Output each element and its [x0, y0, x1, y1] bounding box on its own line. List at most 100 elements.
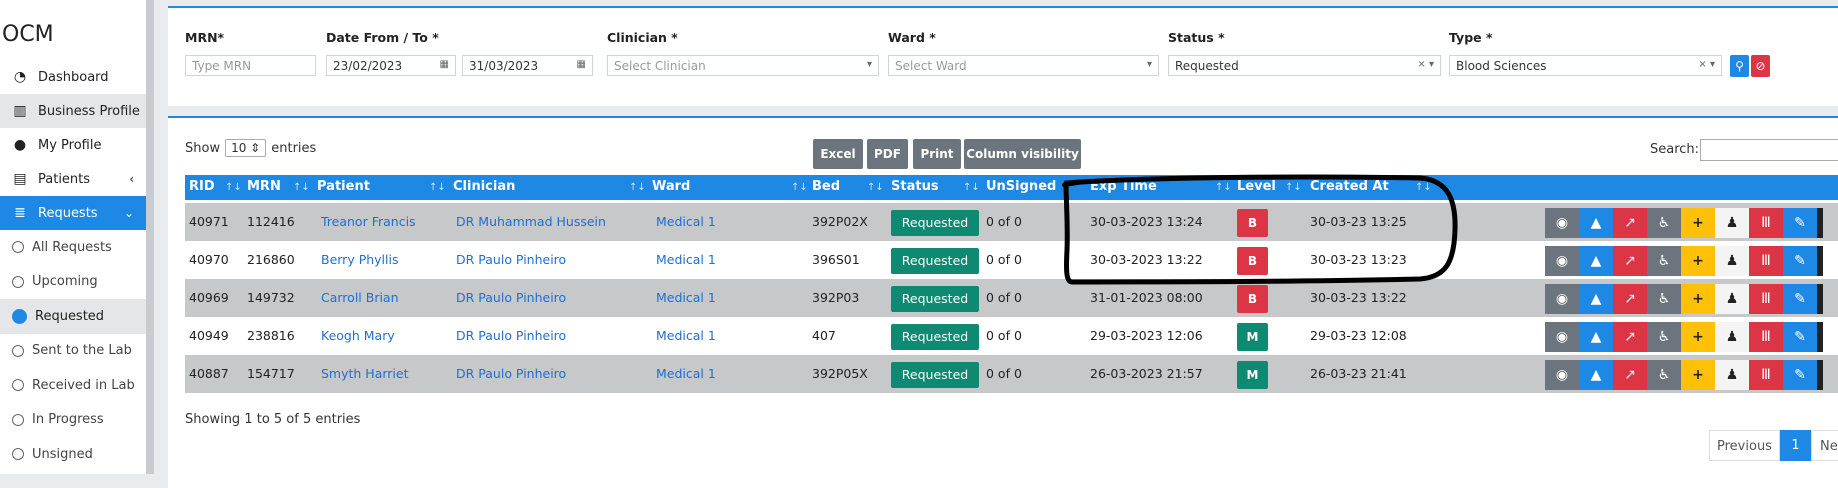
col-clinician[interactable]: Clinician — [453, 179, 515, 194]
add-plus-icon[interactable]: + — [1681, 246, 1715, 276]
vials-icon[interactable]: Ⅲ — [1749, 322, 1783, 352]
edit-icon[interactable]: ✎ — [1783, 322, 1817, 352]
edit-icon[interactable]: ✎ — [1783, 284, 1817, 314]
status-select[interactable]: Requested × ▾ — [1168, 55, 1441, 76]
cell-ward-link[interactable]: Medical 1 — [656, 252, 716, 267]
sidebar-item-patients[interactable]: ▤ Patients ‹ — [0, 162, 146, 196]
line-chart-icon[interactable]: ↗ — [1613, 246, 1647, 276]
more-action-button[interactable] — [1817, 322, 1823, 352]
clinician-select[interactable]: Select Clinician ▾ — [607, 55, 879, 76]
cell-patient-link[interactable]: Berry Phyllis — [321, 252, 398, 267]
sort-icon[interactable]: ↑↓ — [1215, 182, 1232, 193]
wheelchair-icon[interactable]: ♿ — [1647, 322, 1681, 352]
col-rid[interactable]: RID — [189, 179, 215, 194]
sort-icon[interactable]: ↑↓ — [293, 182, 310, 193]
area-chart-icon[interactable]: ▲ — [1579, 246, 1613, 276]
next-page-button[interactable]: Ne — [1811, 430, 1838, 461]
sidebar-subitem-unsigned[interactable]: Unsigned — [0, 437, 146, 472]
cell-ward-link[interactable]: Medical 1 — [656, 214, 716, 229]
cell-clinician-link[interactable]: DR Muhammad Hussein — [456, 214, 606, 229]
edit-icon[interactable]: ✎ — [1783, 360, 1817, 390]
line-chart-icon[interactable]: ↗ — [1613, 208, 1647, 238]
cell-patient-link[interactable]: Treanor Francis — [321, 214, 416, 229]
table-search-input[interactable] — [1700, 139, 1838, 161]
sidebar-item-requests[interactable]: ≣ Requests ⌄ — [0, 196, 146, 230]
calendar-icon[interactable]: ▦ — [577, 59, 586, 70]
cell-ward-link[interactable]: Medical 1 — [656, 328, 716, 343]
edit-icon[interactable]: ✎ — [1783, 208, 1817, 238]
col-created-at[interactable]: Created At — [1310, 179, 1389, 194]
sidebar-item-my-profile[interactable]: ● My Profile — [0, 128, 146, 162]
cell-patient-link[interactable]: Carroll Brian — [321, 290, 399, 305]
more-action-button[interactable] — [1817, 208, 1823, 238]
view-eye-icon[interactable]: ◉ — [1545, 246, 1579, 276]
sidebar-subitem-sent-to-lab[interactable]: Sent to the Lab — [0, 334, 146, 369]
search-button[interactable]: ⚲ — [1730, 55, 1749, 77]
sort-icon[interactable]: ↑↓ — [429, 182, 446, 193]
sort-icon[interactable]: ↑↓ — [791, 182, 808, 193]
cell-clinician-link[interactable]: DR Paulo Pinheiro — [456, 328, 566, 343]
sidebar-subitem-requested[interactable]: Requested — [0, 299, 146, 334]
type-select[interactable]: Blood Sciences × ▾ — [1449, 55, 1722, 76]
line-chart-icon[interactable]: ↗ — [1613, 284, 1647, 314]
line-chart-icon[interactable]: ↗ — [1613, 322, 1647, 352]
col-unsigned[interactable]: UnSigned — [986, 179, 1056, 194]
more-action-button[interactable] — [1817, 246, 1823, 276]
clear-caret-icon[interactable]: × ▾ — [1698, 59, 1715, 70]
column-visibility-button[interactable]: Column visibility ▾ — [964, 139, 1081, 191]
calendar-icon[interactable]: ▦ — [440, 59, 449, 70]
sidebar-subitem-in-progress[interactable]: In Progress — [0, 403, 146, 438]
pdf-button[interactable]: PDF — [867, 139, 908, 169]
area-chart-icon[interactable]: ▲ — [1579, 208, 1613, 238]
add-plus-icon[interactable]: + — [1681, 360, 1715, 390]
users-icon[interactable]: ♟ — [1715, 246, 1749, 276]
col-patient[interactable]: Patient — [317, 179, 370, 194]
col-bed[interactable]: Bed — [812, 179, 840, 194]
add-plus-icon[interactable]: + — [1681, 208, 1715, 238]
cell-clinician-link[interactable]: DR Paulo Pinheiro — [456, 366, 566, 381]
col-ward[interactable]: Ward — [652, 179, 690, 194]
area-chart-icon[interactable]: ▲ — [1579, 322, 1613, 352]
more-action-button[interactable] — [1817, 284, 1823, 314]
col-level[interactable]: Level — [1237, 179, 1276, 194]
vials-icon[interactable]: Ⅲ — [1749, 360, 1783, 390]
add-plus-icon[interactable]: + — [1681, 322, 1715, 352]
sort-icon[interactable]: ↑↓ — [1285, 182, 1302, 193]
cell-patient-link[interactable]: Smyth Harriet — [321, 366, 409, 381]
cell-clinician-link[interactable]: DR Paulo Pinheiro — [456, 290, 566, 305]
sort-icon[interactable]: ↑↓ — [629, 182, 646, 193]
sidebar-item-dashboard[interactable]: ◔ Dashboard — [0, 60, 146, 94]
entries-select[interactable]: 10 ⇕ — [225, 139, 267, 157]
sidebar-scrollbar[interactable] — [146, 0, 154, 474]
line-chart-icon[interactable]: ↗ — [1613, 360, 1647, 390]
mrn-input[interactable]: Type MRN — [185, 55, 316, 76]
wheelchair-icon[interactable]: ♿ — [1647, 208, 1681, 238]
col-status[interactable]: Status — [891, 179, 939, 194]
reset-button[interactable]: ⊘ — [1751, 55, 1770, 77]
edit-icon[interactable]: ✎ — [1783, 246, 1817, 276]
view-eye-icon[interactable]: ◉ — [1545, 322, 1579, 352]
users-icon[interactable]: ♟ — [1715, 284, 1749, 314]
excel-button[interactable]: Excel — [813, 139, 863, 169]
sidebar-subitem-received-in-lab[interactable]: Received in Lab — [0, 368, 146, 403]
sidebar-item-business-profile[interactable]: ▥ Business Profile — [0, 94, 146, 128]
clear-caret-icon[interactable]: × ▾ — [1417, 59, 1434, 70]
date-from-input[interactable]: 23/02/2023 ▦ — [326, 55, 456, 76]
area-chart-icon[interactable]: ▲ — [1579, 284, 1613, 314]
users-icon[interactable]: ♟ — [1715, 360, 1749, 390]
sort-icon[interactable]: ↑↓ — [963, 182, 980, 193]
vials-icon[interactable]: Ⅲ — [1749, 208, 1783, 238]
cell-clinician-link[interactable]: DR Paulo Pinheiro — [456, 252, 566, 267]
wheelchair-icon[interactable]: ♿ — [1647, 246, 1681, 276]
wheelchair-icon[interactable]: ♿ — [1647, 284, 1681, 314]
users-icon[interactable]: ♟ — [1715, 322, 1749, 352]
more-action-button[interactable] — [1817, 360, 1823, 390]
cell-patient-link[interactable]: Keogh Mary — [321, 328, 395, 343]
view-eye-icon[interactable]: ◉ — [1545, 208, 1579, 238]
page-1-button[interactable]: 1 — [1780, 430, 1811, 461]
previous-page-button[interactable]: Previous — [1709, 430, 1780, 461]
users-icon[interactable]: ♟ — [1715, 208, 1749, 238]
cell-ward-link[interactable]: Medical 1 — [656, 290, 716, 305]
add-plus-icon[interactable]: + — [1681, 284, 1715, 314]
col-mrn[interactable]: MRN — [247, 179, 281, 194]
